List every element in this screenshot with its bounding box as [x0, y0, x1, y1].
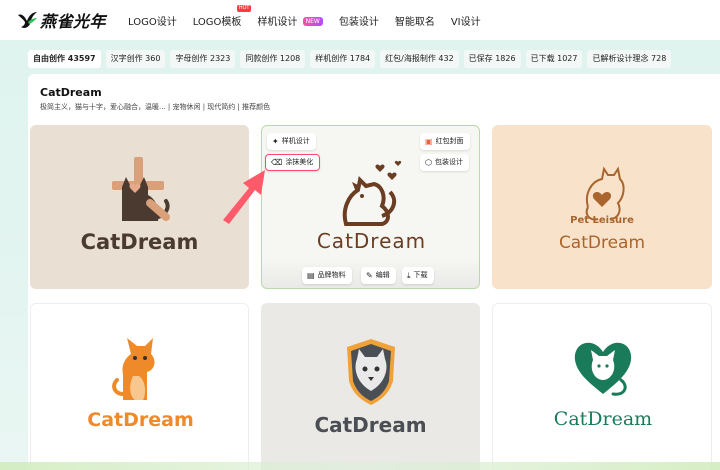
download-label: 下载	[413, 271, 428, 279]
nav-vi-design[interactable]: VI设计	[451, 13, 481, 28]
red-packet-cover-label: 红包封面	[435, 137, 464, 145]
brand-materials-icon: ▤	[307, 271, 315, 280]
retouch-chip[interactable]: ⌫ 涂抹美化	[265, 154, 321, 171]
red-packet-cover-chip[interactable]: ▣ 红包封面	[420, 133, 470, 150]
pointer-arrow-icon	[223, 170, 265, 224]
logo-result-card-4[interactable]: CatDream	[30, 303, 249, 470]
logo-result-card-6[interactable]: CatDream	[492, 303, 712, 470]
results-panel: CatDream 极简主义，猫与十字，爱心融合，温暖... | 宠物休闲 | 现…	[28, 74, 720, 470]
nav-packaging-design[interactable]: 包装设计	[339, 13, 379, 28]
download-button[interactable]: ⤓ 下载	[402, 267, 434, 284]
project-title: CatDream	[40, 86, 102, 99]
main-nav: LOGO设计 LOGO模板 HOT 样机设计 NEW 包装设计 智能取名 VI设…	[128, 0, 497, 40]
brand-materials-button[interactable]: ▤ 品牌物料	[302, 267, 352, 284]
red-packet-icon: ▣	[425, 137, 433, 146]
nav-mockup-design[interactable]: 样机设计 NEW	[257, 13, 323, 28]
nav-mockup-design-label: 样机设计	[257, 16, 298, 28]
tab-parsed-concepts[interactable]: 已解析设计理念 728	[587, 50, 672, 68]
brand-materials-label: 品牌物料	[317, 271, 346, 279]
nav-smart-naming[interactable]: 智能取名	[395, 13, 435, 28]
tab-redpacket-poster[interactable]: 红包/海报制作 432	[380, 50, 459, 68]
new-badge: NEW	[302, 16, 323, 26]
sparkle-icon: ✦	[272, 137, 279, 146]
retouch-label: 涂抹美化	[285, 158, 314, 166]
tile-wordmark: CatDream	[81, 230, 199, 254]
hot-badge: HOT	[236, 4, 252, 12]
nav-logo-design[interactable]: LOGO设计	[128, 13, 177, 28]
nav-logo-templates-label: LOGO模板	[192, 16, 242, 28]
tile-wordmark: CatDream	[554, 408, 652, 430]
project-tags: 极简主义，猫与十字，爱心融合，温暖... | 宠物休闲 | 现代简约 | 推荐颜…	[40, 103, 271, 111]
tile-wordmark: CatDream	[317, 229, 426, 253]
tab-free-creation[interactable]: 自由创作 43597	[28, 50, 101, 68]
pencil-icon: ✎	[366, 271, 373, 280]
nav-logo-templates[interactable]: LOGO模板 HOT	[192, 4, 252, 28]
logo-result-card-3[interactable]: Pet Leisure CatDream	[492, 125, 712, 289]
tile-wordmark: CatDream	[314, 413, 426, 437]
logo-result-card-2[interactable]: CatDream ✦ 样机设计 ⌫ 涂抹美化 ▣ 红包封面 ⬡ 包装设计 ▤ 品…	[261, 125, 480, 289]
top-navigation-bar: 燕雀光年 LOGO设计 LOGO模板 HOT 样机设计 NEW 包装设计 智能取…	[0, 0, 720, 40]
swallow-logo-icon	[18, 12, 37, 28]
brand-logo[interactable]: 燕雀光年	[16, 8, 106, 32]
brand-name: 燕雀光年	[40, 12, 107, 31]
footer-glow	[0, 462, 720, 470]
edit-label: 编辑	[375, 271, 390, 279]
tab-chinese-creation[interactable]: 汉字创作 360	[105, 50, 166, 68]
box-icon: ⬡	[425, 158, 432, 167]
tile-tagline: Pet Leisure	[570, 215, 634, 226]
tab-saved[interactable]: 已保存 1826	[463, 50, 521, 68]
cat-leaf-heart-icon: CatDream	[554, 342, 652, 430]
tile-wordmark: CatDream	[87, 409, 194, 431]
tab-letter-creation[interactable]: 字母创作 2323	[170, 50, 236, 68]
tab-same-style-creation[interactable]: 同款创作 1208	[240, 50, 306, 68]
history-tabs: 自由创作 43597 汉字创作 360 字母创作 2323 同款创作 1208 …	[28, 50, 676, 68]
tab-downloaded[interactable]: 已下载 1027	[525, 50, 583, 68]
logo-result-card-5[interactable]: CatDream	[261, 303, 480, 470]
download-icon: ⤓	[407, 271, 411, 280]
cat-heart-icon: Pet Leisure CatDream	[559, 166, 645, 253]
mockup-design-label: 样机设计	[281, 137, 310, 145]
packaging-design-chip[interactable]: ⬡ 包装设计	[420, 154, 469, 171]
orange-cat-icon: CatDream	[87, 338, 194, 431]
tile-wordmark: CatDream	[559, 233, 645, 253]
cat-shield-icon: CatDream	[314, 339, 427, 437]
mockup-design-chip[interactable]: ✦ 样机设计	[267, 133, 316, 150]
eraser-icon: ⌫	[271, 158, 283, 167]
tab-mockup-creation[interactable]: 样机创作 1784	[310, 50, 376, 68]
edit-button[interactable]: ✎ 编辑	[361, 267, 396, 284]
packaging-design-label: 包装设计	[434, 158, 463, 166]
